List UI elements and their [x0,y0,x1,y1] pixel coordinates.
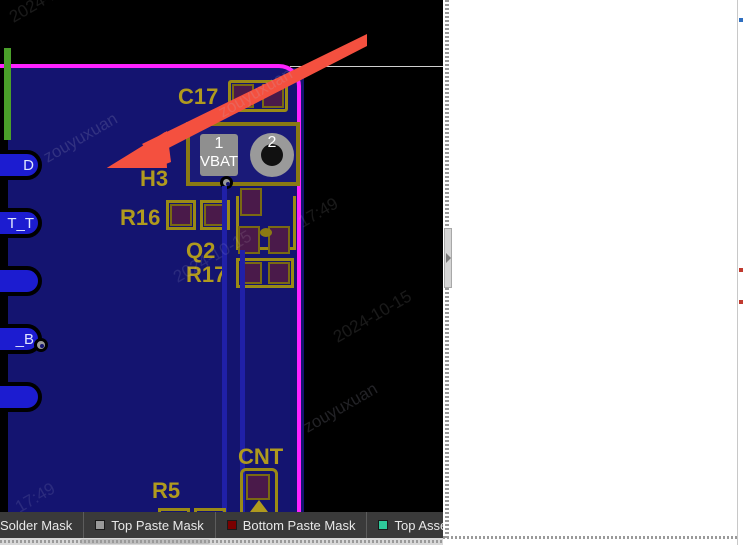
connector-pin-2[interactable]: 2 [250,133,294,177]
tab-label: Top Assembly [394,517,443,533]
tab-color-swatch [226,520,237,530]
edge-marker-blue [739,18,743,22]
pin-number: 1 [214,135,224,152]
designator-r5: R5 [152,478,181,503]
adjacent-panel-edge [737,0,744,545]
edge-pad[interactable] [0,266,42,296]
watermark: zouyuxuan [300,378,381,437]
pad-c17-1[interactable] [232,84,254,108]
designator-r17: R17 [186,262,227,287]
pad-c17-2[interactable] [262,84,284,108]
pin-net-label: VBAT [200,153,239,170]
edge-pad[interactable]: D [0,150,42,180]
layer-manager-panel: AllTop Side1 Top Layer3 Top Silkscreen L… [443,0,744,545]
pad-r16-1[interactable] [170,204,192,226]
bottom-silkscreen-trace [4,48,11,140]
watermark: 2024-10-15 [330,286,415,347]
designator-q2: Q2 [186,238,216,263]
pin-number: 2 [267,134,277,151]
edge-pad-label: _B [15,331,34,348]
tab-label: Bottom Paste Mask [242,517,356,533]
layer-tab-bar[interactable]: Solder Mask Top Paste Mask Bottom Paste … [0,512,443,538]
pad-q2-1[interactable] [240,188,262,216]
connector-h3[interactable]: 1 VBAT 2 [186,122,300,186]
designator-r16: R16 [120,205,161,230]
tab-top-paste-mask[interactable]: Top Paste Mask [84,512,216,538]
tab-label: Solder Mask [0,517,73,533]
pad-cnt-1[interactable] [246,474,270,500]
connector-pin-1[interactable]: 1 VBAT [200,134,238,176]
panel-collapse-handle[interactable] [444,228,452,288]
edge-pad-label: D [23,157,34,174]
edge-marker-red-2 [739,300,743,304]
via[interactable] [34,338,48,352]
panel-divider-dots-bottom [0,540,443,543]
tab-solder-mask[interactable]: Solder Mask [0,512,85,538]
edge-pad[interactable]: T_T [0,208,42,238]
edge-marker-red-1 [739,268,743,272]
edge-pad[interactable] [0,382,42,412]
designator-h3: H3 [140,166,169,191]
panel-divider-dots-horizontal [443,536,744,539]
pcb-design-canvas[interactable]: D T_T _B C17 H3 1 VBAT 2 R16 Q2 R17 R5 C… [0,0,443,512]
designator-c17: C17 [178,84,219,109]
edge-pad-label: T_T [7,215,34,232]
pin1-marker-triangle [250,500,268,512]
designator-cnt: CNT [238,444,284,469]
tab-top-assembly[interactable]: Top Assembly [367,512,443,538]
trace-vertical-a [222,186,227,512]
guide-line [290,66,443,67]
watermark: 2024-10-15 [6,0,91,27]
tab-color-swatch [378,520,389,530]
tab-bottom-paste-mask[interactable]: Bottom Paste Mask [216,512,368,538]
tab-label: Top Paste Mask [111,517,204,533]
tab-color-swatch [95,520,106,530]
junction-dot [260,228,272,237]
pad-r17-2[interactable] [268,262,290,284]
